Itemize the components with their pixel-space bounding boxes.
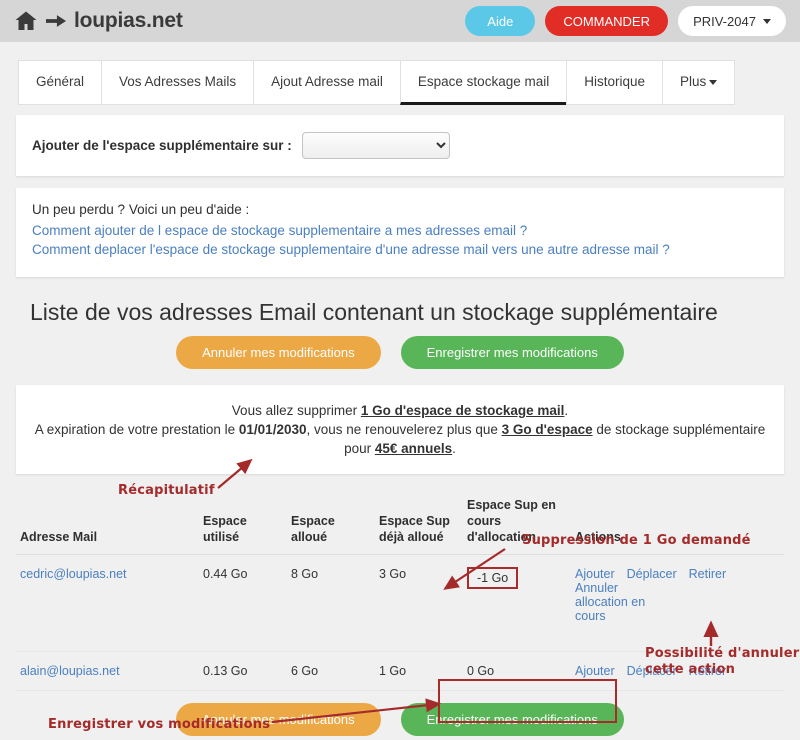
tab-plus[interactable]: Plus (662, 60, 736, 105)
table-body: cedric@loupias.net 0.44 Go 8 Go 3 Go -1 … (16, 554, 784, 692)
summary-renewed-amount: 3 Go d'espace (501, 422, 593, 438)
summary-line1-suffix: . (564, 403, 569, 418)
tab-label: Historique (584, 74, 646, 89)
summary-line1-prefix: Vous allez supprimer (231, 403, 361, 418)
chevron-down-icon (762, 18, 771, 24)
tab-ajout-adresse-mail[interactable]: Ajout Adresse mail (253, 60, 400, 105)
summary-deleted-amount: 1 Go d'espace de stockage mail (360, 403, 565, 418)
top-bar-actions: Aide COMMANDER PRIV-2047 (465, 6, 786, 36)
storage-table-wrap: Adresse Mail Espace utilisé Espace allou… (16, 498, 784, 692)
cell-pending: 0 Go (463, 651, 571, 692)
action-annuler-allocation[interactable]: Annuler allocation en cours (575, 581, 670, 623)
tab-label: Plus (680, 74, 707, 89)
email-link[interactable]: alain@loupias.net (20, 664, 120, 678)
add-space-panel: Ajouter de l'espace supplémentaire sur : (16, 115, 784, 176)
cell-used: 0.44 Go (199, 554, 287, 653)
arrow-right-icon (46, 12, 66, 30)
tab-vos-adresses-mails[interactable]: Vos Adresses Mails (101, 60, 254, 105)
tab-label: Vos Adresses Mails (119, 74, 237, 89)
tab-label: Général (36, 74, 85, 89)
tab-general[interactable]: Général (18, 60, 102, 105)
cell-extra-allocated: 3 Go (375, 554, 463, 653)
order-button[interactable]: COMMANDER (545, 6, 668, 36)
cell-extra-allocated: 1 Go (375, 651, 463, 692)
tab-historique[interactable]: Historique (566, 60, 663, 105)
col-actions: Actions (571, 498, 784, 556)
storage-table: Adresse Mail Espace utilisé Espace allou… (16, 498, 784, 692)
email-link[interactable]: cedric@loupias.net (20, 567, 127, 581)
tab-espace-stockage-mail[interactable]: Espace stockage mail (399, 60, 567, 105)
pending-value-highlighted: -1 Go (467, 567, 519, 590)
cell-email: alain@loupias.net (16, 651, 199, 692)
action-ajouter[interactable]: Ajouter (575, 567, 615, 581)
summary-box: Vous allez supprimer 1 Go d'espace de st… (16, 385, 784, 475)
help-panel: Un peu perdu ? Voici un peu d'aide : Com… (16, 188, 784, 277)
help-button[interactable]: Aide (465, 6, 536, 36)
save-changes-button-bottom[interactable]: Enregistrer mes modifications (400, 703, 624, 737)
brand-name: loupias.net (74, 9, 183, 32)
summary-line-2: A expiration de votre prestation le 01/0… (34, 420, 766, 458)
summary-line-1: Vous allez supprimer 1 Go d'espace de st… (34, 401, 766, 420)
action-retirer[interactable]: Retirer (689, 567, 727, 581)
col-espace-alloue: Espace alloué (287, 498, 375, 556)
cancel-changes-button-top[interactable]: Annuler mes modifications (176, 336, 381, 369)
save-changes-button-top[interactable]: Enregistrer mes modifications (400, 336, 624, 369)
account-menu-button[interactable]: PRIV-2047 (678, 6, 786, 36)
cell-actions: Ajouter Déplacer Retirer (571, 651, 784, 692)
add-space-select[interactable] (301, 132, 450, 159)
page-body: Général Vos Adresses Mails Ajout Adresse… (0, 42, 800, 740)
action-ajouter[interactable]: Ajouter (575, 664, 615, 678)
tab-label: Ajout Adresse mail (271, 74, 383, 89)
col-adresse-mail: Adresse Mail (16, 498, 199, 556)
brand[interactable]: loupias.net (14, 9, 183, 33)
help-title: Un peu perdu ? Voici un peu d'aide : (32, 202, 250, 217)
table-head: Adresse Mail Espace utilisé Espace allou… (16, 498, 784, 556)
pending-value: 0 Go (467, 664, 495, 679)
help-link-add-storage[interactable]: Comment ajouter de l espace de stockage … (32, 223, 768, 238)
add-space-label: Ajouter de l'espace supplémentaire sur : (32, 138, 292, 153)
tab-label: Espace stockage mail (417, 74, 550, 89)
col-espace-sup-deja-alloue: Espace Sup déjà alloué (375, 498, 463, 556)
summary-line2-mid: , vous ne renouvelerez plus que (306, 422, 502, 438)
home-icon[interactable] (14, 9, 38, 33)
bottom-action-buttons: Annuler mes modifications Enregistrer me… (0, 703, 800, 737)
summary-price: 45€ annuels (374, 441, 453, 457)
page-title: Liste de vos adresses Email contenant un… (30, 299, 718, 325)
cell-email: cedric@loupias.net (16, 554, 199, 653)
action-deplacer[interactable]: Déplacer (627, 664, 677, 678)
table-header-row: Adresse Mail Espace utilisé Espace allou… (16, 498, 784, 556)
table-row: alain@loupias.net 0.13 Go 6 Go 1 Go 0 Go… (16, 651, 784, 692)
cell-allocated: 8 Go (287, 554, 375, 653)
cell-allocated: 6 Go (287, 651, 375, 692)
summary-line2-end: . (452, 441, 456, 457)
top-bar: loupias.net Aide COMMANDER PRIV-2047 (0, 0, 800, 42)
cancel-changes-button-bottom[interactable]: Annuler mes modifications (176, 703, 381, 737)
tab-bar: Général Vos Adresses Mails Ajout Adresse… (0, 42, 800, 105)
cell-actions: Ajouter Déplacer Retirer Annuler allocation… (571, 554, 784, 653)
action-retirer[interactable]: Retirer (689, 664, 727, 678)
summary-expiry-date: 01/01/2030 (238, 422, 307, 438)
help-link-move-storage[interactable]: Comment deplacer l'espace de stockage su… (32, 242, 768, 257)
action-deplacer[interactable]: Déplacer (627, 567, 677, 581)
summary-line2-prefix: A expiration de votre prestation le (34, 422, 239, 438)
col-espace-utilise: Espace utilisé (199, 498, 287, 556)
table-row: cedric@loupias.net 0.44 Go 8 Go 3 Go -1 … (16, 554, 784, 653)
cell-used: 0.13 Go (199, 651, 287, 692)
top-action-buttons: Annuler mes modifications Enregistrer me… (0, 336, 800, 369)
chevron-down-icon (709, 79, 718, 85)
col-espace-sup-en-cours: Espace Sup en cours d'allocation (463, 498, 571, 556)
cell-pending: -1 Go (463, 554, 571, 653)
account-label: PRIV-2047 (693, 13, 756, 29)
